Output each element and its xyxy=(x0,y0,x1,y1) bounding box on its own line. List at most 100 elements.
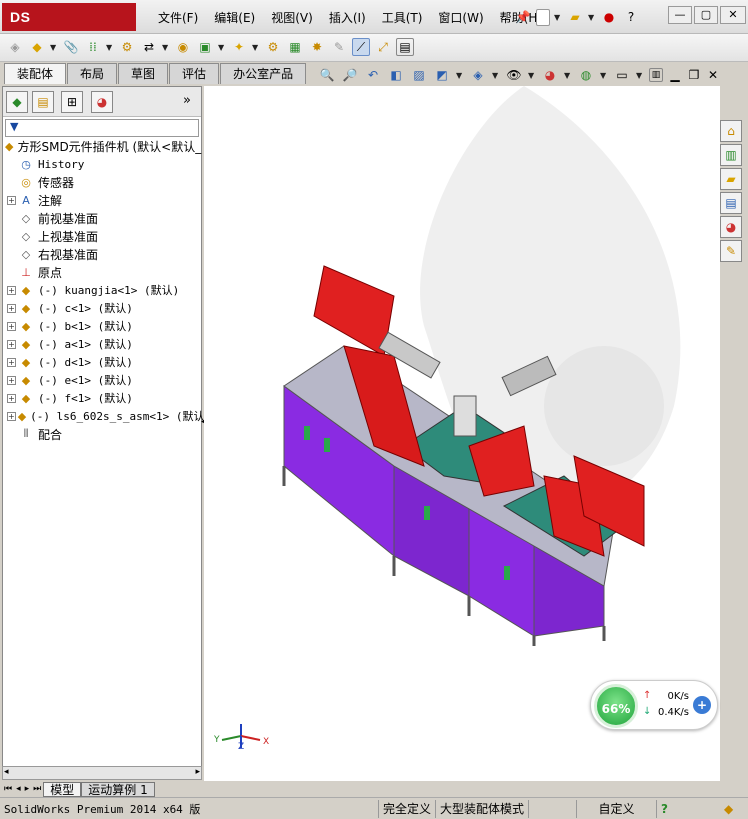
show-hidden-icon[interactable]: ◉ xyxy=(174,38,192,56)
tree-item[interactable]: ⊥ 原点 xyxy=(3,263,201,281)
expand-icon[interactable]: + xyxy=(7,195,16,205)
tab-motion-study[interactable]: 运动算例 1 xyxy=(81,781,155,797)
mate-icon[interactable]: 📎 xyxy=(62,38,80,56)
tab-layout[interactable]: 布局 xyxy=(67,63,118,84)
file-explorer-icon[interactable]: ▰ xyxy=(720,168,742,190)
chevron-down-icon[interactable]: ▼ xyxy=(218,43,226,52)
menu-window[interactable]: 窗口(W) xyxy=(430,9,491,27)
custom-properties-icon[interactable]: ✎ xyxy=(720,240,742,262)
feature-tree-tab-icon[interactable]: ◆ xyxy=(6,91,28,113)
tab-sketch[interactable]: 草图 xyxy=(118,63,169,84)
view-palette-icon[interactable]: ▤ xyxy=(720,192,742,214)
chevron-down-icon[interactable]: ▼ xyxy=(636,71,644,80)
nav-last-icon[interactable]: ⏭ xyxy=(31,784,43,794)
expand-icon[interactable]: + xyxy=(7,375,16,385)
expand-icon[interactable]: + xyxy=(7,321,16,331)
smart-fasteners-icon[interactable]: ⚙ xyxy=(118,38,136,56)
chevron-down-icon[interactable]: ▼ xyxy=(106,43,114,52)
menu-tools[interactable]: 工具(T) xyxy=(374,9,431,27)
tree-item[interactable]: + ◆ (-) b<1> (默认) xyxy=(3,317,201,335)
expand-icon[interactable]: + xyxy=(7,393,16,403)
pin-icon[interactable]: 📌 xyxy=(514,8,532,26)
update-speedpak-icon[interactable]: ⤢ xyxy=(374,38,392,56)
expand-icon[interactable]: + xyxy=(7,285,16,295)
traffic-light-icon[interactable]: ● xyxy=(600,8,618,26)
exploded-view-icon[interactable]: ✸ xyxy=(308,38,326,56)
nav-prev-icon[interactable]: ◂ xyxy=(14,784,23,794)
take-snapshot-icon[interactable]: ▤ xyxy=(396,38,414,56)
linear-pattern-icon[interactable]: ⁞⁞ xyxy=(84,38,102,56)
tree-item[interactable]: + A 注解 xyxy=(3,191,201,209)
menu-edit[interactable]: 编辑(E) xyxy=(206,9,263,27)
tab-evaluate[interactable]: 评估 xyxy=(169,63,220,84)
window-restore-icon[interactable]: ❐ xyxy=(687,66,701,84)
chevron-down-icon[interactable]: ▼ xyxy=(162,43,170,52)
view-orientation-icon[interactable]: ◩ xyxy=(433,66,451,84)
view-settings-icon[interactable]: ▭ xyxy=(613,66,631,84)
nav-next-icon[interactable]: ▸ xyxy=(23,784,32,794)
tree-item[interactable]: + ◆ (-) kuangjia<1> (默认) xyxy=(3,281,201,299)
hide-show-items-icon[interactable]: 👁 xyxy=(505,66,523,84)
scroll-right-icon[interactable]: ▸ xyxy=(195,767,200,777)
tab-model[interactable]: 模型 xyxy=(43,781,82,797)
tree-item[interactable]: + ◆ (-) a<1> (默认) xyxy=(3,335,201,353)
tab-assembly[interactable]: 装配体 xyxy=(4,63,67,84)
graphics-viewport[interactable] xyxy=(204,86,720,781)
new-document-icon[interactable] xyxy=(536,8,550,26)
tree-item[interactable]: + ◆ (-) c<1> (默认) xyxy=(3,299,201,317)
tree-item[interactable]: + ◆ (-) d<1> (默认) xyxy=(3,353,201,371)
expand-icon[interactable]: + xyxy=(7,411,16,421)
chevron-down-icon[interactable]: ▼ xyxy=(492,71,500,80)
chevron-down-icon[interactable]: ▼ xyxy=(528,71,536,80)
split-window-icon[interactable]: ▥ xyxy=(649,68,663,82)
zoom-to-area-icon[interactable]: 🔎 xyxy=(341,66,359,84)
expand-icon[interactable]: + xyxy=(7,339,16,349)
chevron-down-icon[interactable]: ▼ xyxy=(564,71,572,80)
display-manager-tab-icon[interactable]: ◕ xyxy=(91,91,113,113)
open-folder-icon[interactable]: ▰ xyxy=(566,8,584,26)
section-view-icon[interactable]: ◧ xyxy=(387,66,405,84)
explode-line-sketch-icon[interactable]: ✎ xyxy=(330,38,348,56)
help-icon[interactable]: ? xyxy=(622,8,640,26)
chevron-down-icon[interactable]: ▼ xyxy=(554,13,562,22)
expand-icon[interactable]: + xyxy=(7,303,16,313)
help-icon[interactable]: ? xyxy=(656,799,672,818)
component-icon[interactable]: ◈ xyxy=(6,38,24,56)
tree-item[interactable]: ◷ History xyxy=(3,155,201,173)
menu-file[interactable]: 文件(F) xyxy=(150,9,206,27)
minimize-button[interactable]: — xyxy=(668,6,692,24)
bill-of-materials-icon[interactable]: ▦ xyxy=(286,38,304,56)
solidworks-resources-icon[interactable]: ⌂ xyxy=(720,120,742,142)
apply-scene-icon[interactable]: ◍ xyxy=(577,66,595,84)
new-motion-study-icon[interactable]: ⚙ xyxy=(264,38,282,56)
expand-icon[interactable]: + xyxy=(7,357,16,367)
edit-appearance-icon[interactable]: ◕ xyxy=(541,66,559,84)
menu-insert[interactable]: 插入(I) xyxy=(321,9,374,27)
reference-geometry-icon[interactable]: ✦ xyxy=(230,38,248,56)
chevron-down-icon[interactable]: ▼ xyxy=(252,43,260,52)
window-minimize-icon[interactable]: ▁ xyxy=(668,66,682,84)
dynamic-annotation-icon[interactable]: ▨ xyxy=(410,66,428,84)
zoom-to-fit-icon[interactable]: 🔍 xyxy=(318,66,336,84)
window-close-icon[interactable]: ✕ xyxy=(706,66,720,84)
tree-item[interactable]: ◇ 右视基准面 xyxy=(3,245,201,263)
instant3d-icon[interactable]: ⟋ xyxy=(352,38,370,56)
property-manager-tab-icon[interactable]: ▤ xyxy=(32,91,54,113)
insert-component-icon[interactable]: ◆ xyxy=(28,38,46,56)
chevron-down-icon[interactable]: ▼ xyxy=(456,71,464,80)
status-custom[interactable]: 自定义 xyxy=(576,799,656,818)
tree-item[interactable]: + ◆ (-) f<1> (默认) xyxy=(3,389,201,407)
tree-item[interactable]: ◎ 传感器 xyxy=(3,173,201,191)
design-library-icon[interactable]: ▥ xyxy=(720,144,742,166)
configuration-manager-tab-icon[interactable]: ⊞ xyxy=(61,91,83,113)
expand-panel-icon[interactable]: » xyxy=(183,93,191,108)
nav-first-icon[interactable]: ⏮ xyxy=(2,784,14,794)
display-style-icon[interactable]: ◈ xyxy=(469,66,487,84)
chevron-down-icon[interactable]: ▼ xyxy=(588,13,596,22)
boost-plus-icon[interactable]: + xyxy=(693,696,711,714)
chevron-down-icon[interactable]: ▼ xyxy=(50,43,58,52)
tree-item[interactable]: ◇ 上视基准面 xyxy=(3,227,201,245)
tree-item[interactable]: + ◆ (-) ls6_602s_s_asm<1> (默认_ xyxy=(3,407,211,425)
appearances-icon[interactable]: ◕ xyxy=(720,216,742,238)
tag-icon[interactable]: ◆ xyxy=(724,802,733,816)
